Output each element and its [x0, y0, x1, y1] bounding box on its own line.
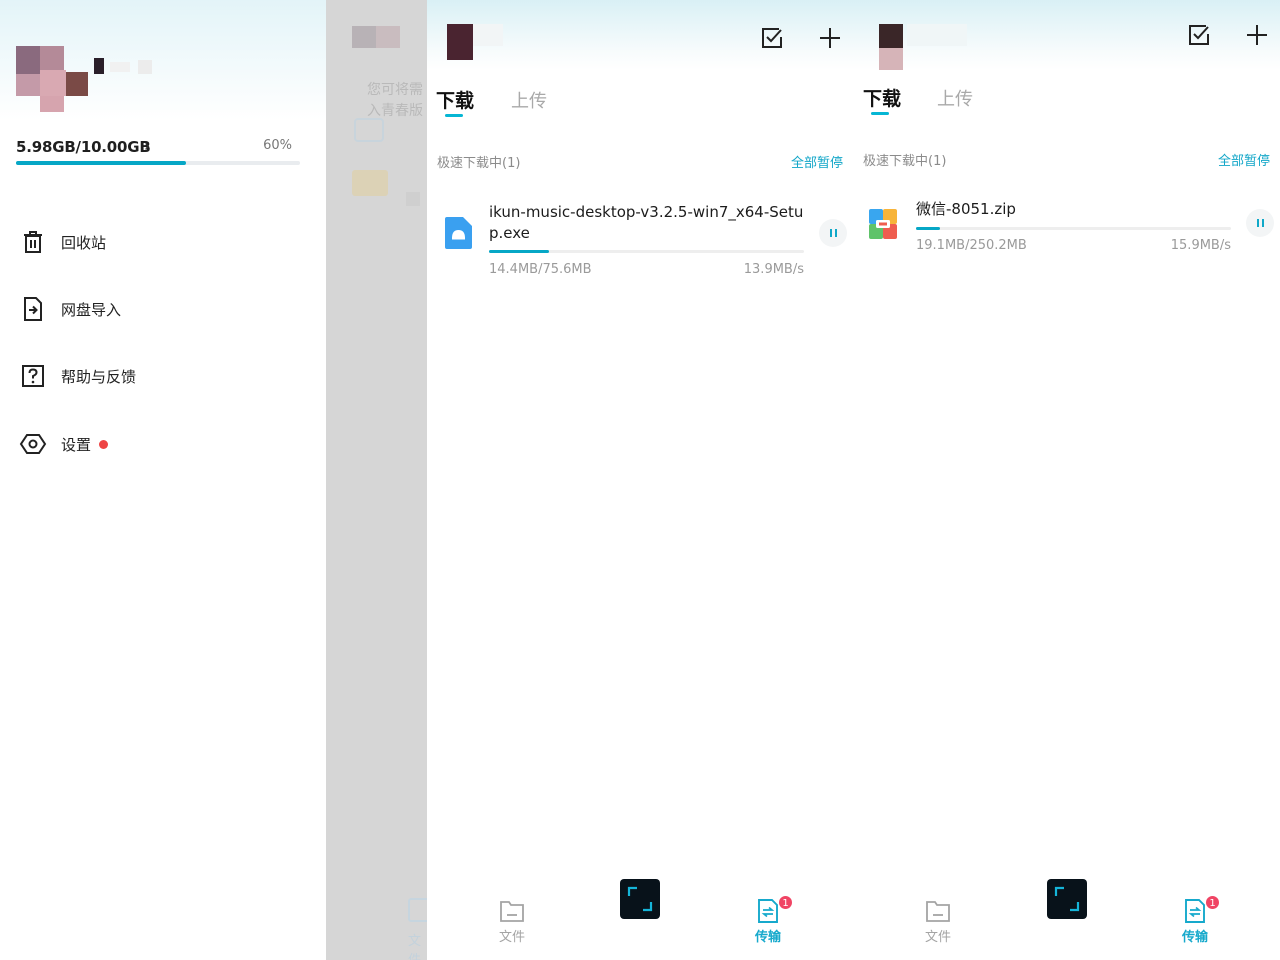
download-size: 19.1MB/250.2MB — [916, 238, 1027, 253]
download-progress-bar — [489, 250, 804, 253]
folder-icon — [500, 901, 524, 922]
avatar[interactable] — [447, 24, 473, 60]
ghost-hint-line2: 入青春版 — [367, 103, 423, 119]
zip-archive-icon — [869, 209, 897, 239]
menu-item-recycle-bin[interactable]: 回收站 — [18, 222, 298, 262]
file-name[interactable]: ikun-music-desktop-v3.2.5-win7_x64-Setup… — [489, 202, 809, 244]
nav-files-label: 文件 — [498, 930, 525, 945]
username — [907, 24, 967, 46]
menu-item-label: 网盘导入 — [61, 300, 122, 319]
tab-upload[interactable]: 上传 — [511, 87, 547, 113]
help-icon — [22, 365, 44, 387]
tab-upload[interactable]: 上传 — [937, 85, 973, 111]
import-file-icon — [24, 297, 42, 321]
scan-button[interactable] — [1047, 879, 1087, 919]
settings-icon — [19, 434, 47, 454]
pause-all-button[interactable]: 全部暂停 — [791, 152, 843, 171]
transfer-count-badge: 1 — [778, 895, 793, 910]
scan-icon — [1054, 886, 1080, 912]
avatar[interactable] — [16, 46, 88, 112]
dimmed-background-panel[interactable]: 您可将需 入青春版 文件 — [326, 0, 427, 960]
download-speed: 15.9MB/s — [1170, 238, 1231, 253]
pause-button[interactable] — [1246, 209, 1274, 237]
ghost-files-label: 文件 — [408, 934, 422, 960]
transfer-count-badge: 1 — [1205, 895, 1220, 910]
add-icon[interactable] — [1244, 22, 1270, 48]
avatar[interactable] — [879, 24, 903, 48]
download-progress-bar — [916, 227, 1231, 230]
tab-active-indicator — [871, 112, 889, 115]
storage-progress-fill — [16, 161, 186, 165]
pause-all-button[interactable]: 全部暂停 — [1218, 150, 1270, 169]
multi-select-icon[interactable] — [759, 25, 785, 51]
download-progress-fill — [916, 227, 940, 230]
notification-dot — [99, 439, 109, 449]
download-progress-fill — [489, 250, 549, 253]
scan-icon — [627, 886, 653, 912]
menu-item-cloud-import[interactable]: 网盘导入 — [18, 289, 298, 329]
download-speed: 13.9MB/s — [743, 262, 804, 277]
nav-transfer-label: 传输 — [1181, 930, 1208, 945]
file-name[interactable]: 微信-8051.zip — [916, 199, 1216, 220]
ghost-hint-text: 您可将需 入青春版 — [367, 80, 423, 122]
ghost-icon — [354, 118, 384, 142]
ghost-avatar-part — [376, 26, 400, 48]
menu-item-label: 设置 — [61, 435, 92, 454]
tab-download[interactable]: 下载 — [436, 86, 474, 113]
storage-percent: 60% — [263, 138, 292, 153]
section-label: 极速下载中(1) — [863, 154, 947, 169]
storage-progress-bar — [16, 161, 300, 165]
avatar-part — [473, 24, 503, 46]
pause-button[interactable] — [819, 219, 847, 247]
side-drawer: 5.98GB/10.00GB › 60% 回收站 网盘导入 帮助与反馈 设置 — [0, 0, 326, 960]
nav-files[interactable]: 文件 — [482, 898, 542, 945]
username — [94, 58, 158, 74]
storage-usage-text[interactable]: 5.98GB/10.00GB — [16, 138, 151, 156]
trash-icon — [24, 231, 42, 253]
menu-item-label: 回收站 — [61, 233, 107, 252]
multi-select-icon[interactable] — [1186, 22, 1212, 48]
nav-transfer-label: 传输 — [754, 930, 781, 945]
nav-files[interactable]: 文件 — [908, 898, 968, 945]
storage-chevron-icon[interactable]: › — [144, 136, 150, 155]
ghost-hint-line1: 您可将需 — [367, 82, 423, 98]
scan-button[interactable] — [620, 879, 660, 919]
ghost-block — [406, 192, 420, 206]
ghost-folder-icon — [352, 170, 388, 196]
tab-active-indicator — [445, 114, 463, 117]
tab-download[interactable]: 下载 — [863, 84, 901, 111]
avatar-part — [879, 48, 903, 70]
add-icon[interactable] — [817, 25, 843, 51]
ghost-avatar — [352, 26, 376, 48]
menu-item-help-feedback[interactable]: 帮助与反馈 — [18, 356, 298, 396]
menu-item-settings[interactable]: 设置 — [18, 424, 298, 464]
transfer-panel: 下载 上传 极速下载中(1) 全部暂停 ikun-music-desktop-v… — [427, 0, 853, 960]
transfer-panel: 下载 上传 极速下载中(1) 全部暂停 微信-8051.zip 19.1MB/2… — [853, 0, 1280, 960]
ghost-files-icon — [408, 898, 427, 922]
section-label: 极速下载中(1) — [437, 156, 521, 171]
nav-files-label: 文件 — [924, 930, 951, 945]
menu-item-label: 帮助与反馈 — [61, 367, 137, 386]
installer-file-icon — [445, 217, 472, 249]
folder-icon — [926, 901, 950, 922]
download-size: 14.4MB/75.6MB — [489, 262, 592, 277]
